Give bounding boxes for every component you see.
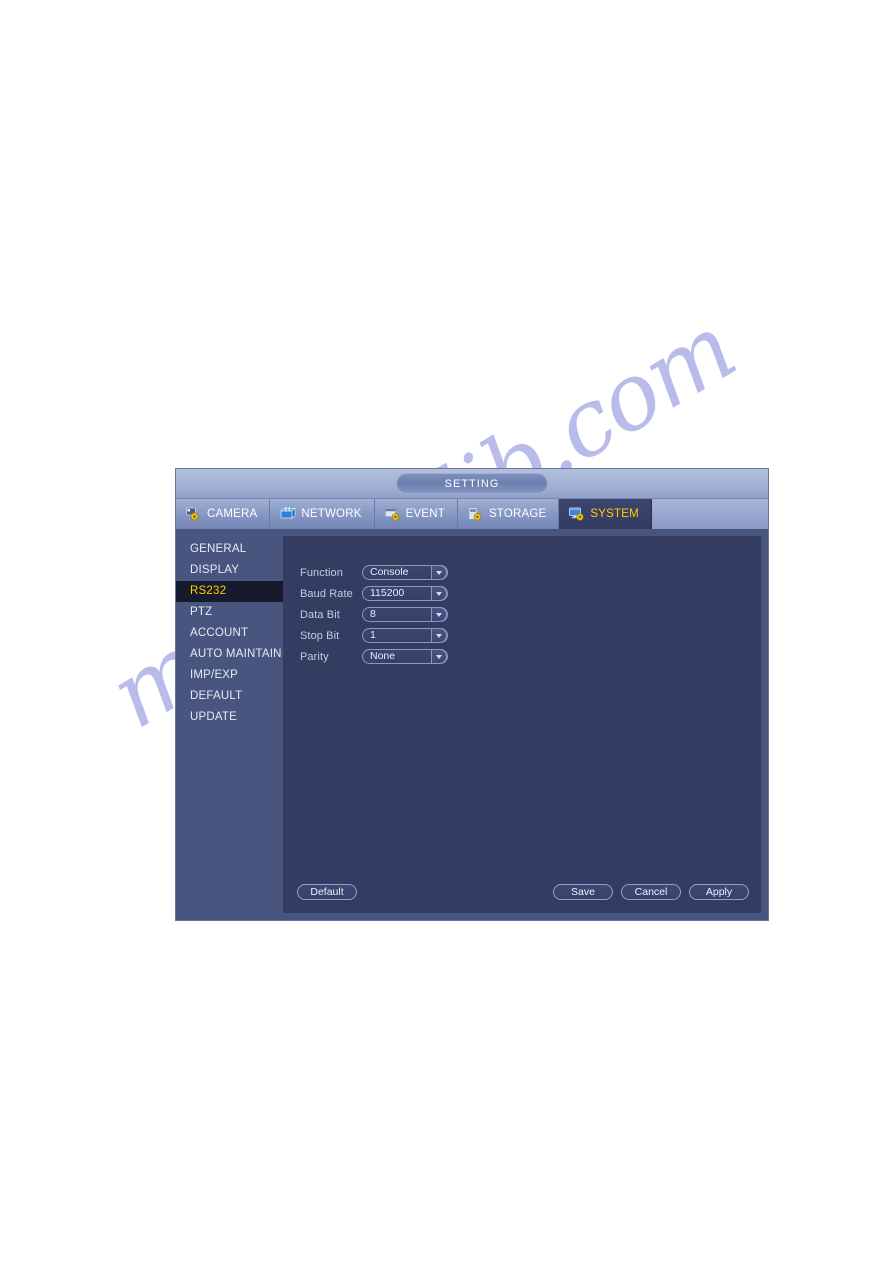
baud-rate-value: 115200 bbox=[370, 587, 405, 599]
tab-network[interactable]: NETWORK bbox=[270, 499, 375, 529]
parity-label: Parity bbox=[300, 650, 329, 663]
function-dropdown[interactable]: Console bbox=[362, 565, 448, 580]
tab-network-label: NETWORK bbox=[301, 508, 362, 520]
default-button[interactable]: Default bbox=[297, 884, 357, 900]
chevron-down-icon[interactable] bbox=[431, 565, 447, 580]
sidebar-item-update[interactable]: UPDATE bbox=[176, 707, 283, 728]
cancel-button[interactable]: Cancel bbox=[621, 884, 681, 900]
data-bit-label: Data Bit bbox=[300, 608, 340, 621]
window-body: GENERAL DISPLAY RS232 PTZ ACCOUNT AUTO M… bbox=[176, 529, 768, 920]
save-button[interactable]: Save bbox=[553, 884, 613, 900]
tab-storage[interactable]: STORAGE bbox=[457, 499, 560, 529]
chevron-down-icon[interactable] bbox=[431, 586, 447, 601]
parity-dropdown[interactable]: None bbox=[362, 649, 448, 664]
tab-camera[interactable]: CAMERA bbox=[176, 499, 271, 529]
form-row-parity: Parity None bbox=[300, 646, 448, 667]
form-row-baud-rate: Baud Rate 115200 bbox=[300, 583, 448, 604]
stop-bit-label: Stop Bit bbox=[300, 629, 340, 642]
tab-system-label: SYSTEM bbox=[590, 508, 639, 520]
apply-button[interactable]: Apply bbox=[689, 884, 749, 900]
baud-rate-label: Baud Rate bbox=[300, 587, 353, 600]
tab-event-label: EVENT bbox=[405, 508, 445, 520]
tab-camera-label: CAMERA bbox=[207, 508, 258, 520]
form-row-stop-bit: Stop Bit 1 bbox=[300, 625, 448, 646]
function-label: Function bbox=[300, 566, 343, 579]
sidebar-item-default[interactable]: DEFAULT bbox=[176, 686, 283, 707]
parity-value: None bbox=[370, 650, 396, 662]
tab-bar-filler bbox=[651, 499, 768, 529]
sidebar-item-ptz[interactable]: PTZ bbox=[176, 602, 283, 623]
tab-event[interactable]: EVENT bbox=[374, 499, 458, 529]
system-gear-icon bbox=[569, 507, 585, 521]
rs232-form: Function Console Baud Rate 115200 Data B… bbox=[300, 562, 448, 667]
event-gear-icon bbox=[384, 507, 401, 521]
sidebar: GENERAL DISPLAY RS232 PTZ ACCOUNT AUTO M… bbox=[176, 529, 283, 920]
storage-gear-icon bbox=[468, 507, 484, 521]
button-row: Default Save Cancel Apply bbox=[297, 884, 749, 900]
network-icon bbox=[280, 507, 297, 521]
baud-rate-dropdown[interactable]: 115200 bbox=[362, 586, 448, 601]
chevron-down-icon[interactable] bbox=[431, 607, 447, 622]
sidebar-item-general[interactable]: GENERAL bbox=[176, 539, 283, 560]
window-titlebar: SETTING bbox=[176, 469, 768, 499]
form-row-function: Function Console bbox=[300, 562, 448, 583]
sidebar-item-account[interactable]: ACCOUNT bbox=[176, 623, 283, 644]
data-bit-value: 8 bbox=[370, 608, 376, 620]
camera-gear-icon bbox=[186, 507, 202, 521]
sidebar-item-display[interactable]: DISPLAY bbox=[176, 560, 283, 581]
chevron-down-icon[interactable] bbox=[431, 628, 447, 643]
window-title: SETTING bbox=[396, 473, 548, 494]
content-panel: Function Console Baud Rate 115200 Data B… bbox=[283, 536, 761, 913]
chevron-down-icon[interactable] bbox=[431, 649, 447, 664]
sidebar-item-imp-exp[interactable]: IMP/EXP bbox=[176, 665, 283, 686]
tab-bar: CAMERA NETWORK EVENT STORAGE SYSTEM bbox=[176, 499, 768, 529]
stop-bit-value: 1 bbox=[370, 629, 376, 641]
form-row-data-bit: Data Bit 8 bbox=[300, 604, 448, 625]
tab-storage-label: STORAGE bbox=[488, 508, 547, 520]
setting-window: SETTING CAMERA NETWORK EVENT STORAGE SYS… bbox=[175, 468, 769, 921]
sidebar-item-rs232[interactable]: RS232 bbox=[176, 581, 283, 602]
function-value: Console bbox=[370, 566, 409, 578]
stop-bit-dropdown[interactable]: 1 bbox=[362, 628, 448, 643]
tab-system[interactable]: SYSTEM bbox=[559, 499, 652, 529]
sidebar-item-auto-maintain[interactable]: AUTO MAINTAIN bbox=[176, 644, 283, 665]
data-bit-dropdown[interactable]: 8 bbox=[362, 607, 448, 622]
